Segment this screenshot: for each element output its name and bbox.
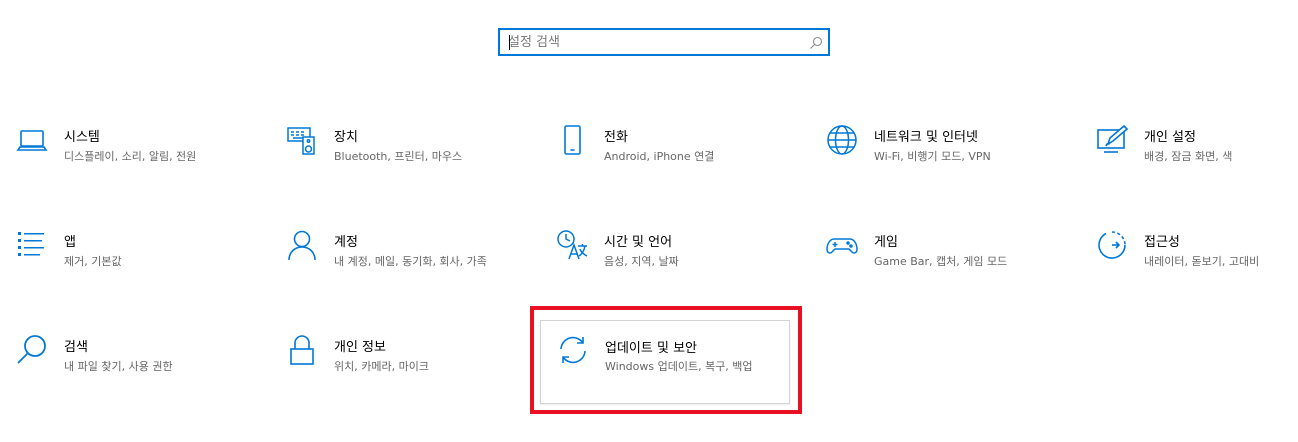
tile-update-security[interactable]: 업데이트 및 보안 Windows 업데이트, 복구, 백업 xyxy=(540,320,790,404)
tile-description: Android, iPhone 연결 xyxy=(604,150,715,163)
tile-title: 게임 xyxy=(874,235,898,250)
tile-title: 네트워크 및 인터넷 xyxy=(874,130,978,145)
tile-description: 디스플레이, 소리, 알림, 전원 xyxy=(64,150,197,163)
tile-description: 배경, 잠금 화면, 색 xyxy=(1144,150,1233,163)
gamepad-icon xyxy=(826,229,858,261)
tile-description: 내 파일 찾기, 사용 권한 xyxy=(64,360,173,373)
tile-gaming[interactable]: 게임 Game Bar, 캡처, 게임 모드 xyxy=(810,219,1060,299)
phone-icon xyxy=(556,124,588,156)
apps-list-icon xyxy=(16,229,48,261)
tile-title: 업데이트 및 보안 xyxy=(605,341,697,356)
person-icon xyxy=(286,229,318,261)
tile-description: 위치, 카메라, 마이크 xyxy=(334,360,429,373)
tile-title: 개인 정보 xyxy=(334,340,386,355)
search-box-icon[interactable] xyxy=(809,35,823,49)
tile-title: 앱 xyxy=(64,235,76,250)
tile-title: 전화 xyxy=(604,130,628,145)
personalization-icon xyxy=(1096,124,1128,156)
tile-accessibility[interactable]: 접근성 내레이터, 돋보기, 고대비 xyxy=(1080,219,1298,299)
search-input[interactable] xyxy=(508,33,798,51)
tile-title: 시스템 xyxy=(64,130,100,145)
tile-apps[interactable]: 앱 제거, 기본값 xyxy=(0,219,250,299)
tile-privacy[interactable]: 개인 정보 위치, 카메라, 마이크 xyxy=(270,324,520,404)
tile-description: 제거, 기본값 xyxy=(64,255,122,268)
tile-title: 장치 xyxy=(334,130,358,145)
tile-description: Windows 업데이트, 복구, 백업 xyxy=(605,360,753,373)
accessibility-icon xyxy=(1096,229,1128,261)
tile-title: 계정 xyxy=(334,235,358,250)
tile-system[interactable]: 시스템 디스플레이, 소리, 알림, 전원 xyxy=(0,114,250,194)
tile-description: Game Bar, 캡처, 게임 모드 xyxy=(874,255,1008,268)
tile-phone[interactable]: 전화 Android, iPhone 연결 xyxy=(540,114,790,194)
tile-title: 접근성 xyxy=(1144,235,1180,250)
tile-title: 시간 및 언어 xyxy=(604,235,673,250)
lock-icon xyxy=(286,334,318,366)
tile-description: 내 계정, 메일, 동기화, 회사, 가족 xyxy=(334,255,487,268)
tile-title: 개인 설정 xyxy=(1144,130,1196,145)
tile-description: Bluetooth, 프린터, 마우스 xyxy=(334,150,463,163)
globe-icon xyxy=(826,124,858,156)
tile-network[interactable]: 네트워크 및 인터넷 Wi-Fi, 비행기 모드, VPN xyxy=(810,114,1060,194)
search-icon xyxy=(16,334,48,366)
tile-description: 내레이터, 돋보기, 고대비 xyxy=(1144,255,1260,268)
text-caret xyxy=(509,35,510,50)
tile-devices[interactable]: 장치 Bluetooth, 프린터, 마우스 xyxy=(270,114,520,194)
tile-accounts[interactable]: 계정 내 계정, 메일, 동기화, 회사, 가족 xyxy=(270,219,520,299)
devices-icon xyxy=(286,124,318,156)
tile-personalization[interactable]: 개인 설정 배경, 잠금 화면, 색 xyxy=(1080,114,1298,194)
tile-title: 검색 xyxy=(64,340,88,355)
tile-time-language[interactable]: 시간 및 언어 음성, 지역, 날짜 xyxy=(540,219,790,299)
search-box[interactable] xyxy=(498,28,830,56)
time-language-icon xyxy=(556,229,588,261)
tile-description: 음성, 지역, 날짜 xyxy=(604,255,679,268)
tile-search[interactable]: 검색 내 파일 찾기, 사용 권한 xyxy=(0,324,250,404)
laptop-icon xyxy=(16,124,48,156)
tile-description: Wi-Fi, 비행기 모드, VPN xyxy=(874,150,991,163)
sync-icon xyxy=(557,334,589,366)
